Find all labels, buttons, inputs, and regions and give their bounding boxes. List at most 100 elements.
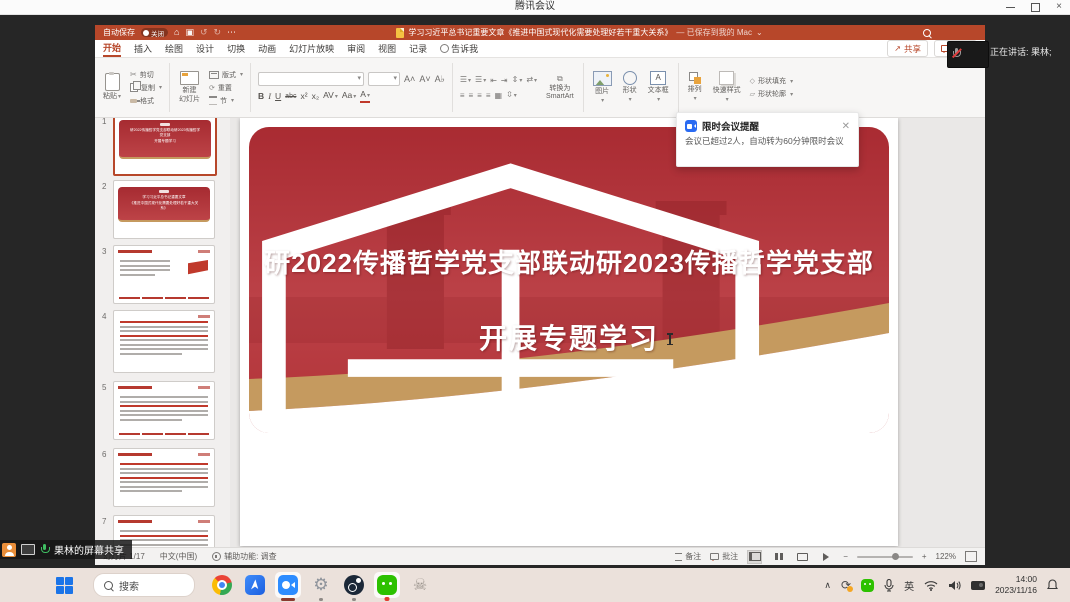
- zoom-out-button[interactable]: −: [843, 552, 848, 561]
- participant-video-tile[interactable]: [947, 41, 989, 68]
- text-direction-button[interactable]: ⇄: [526, 75, 537, 86]
- ime-indicator[interactable]: 英: [904, 578, 914, 593]
- fit-to-window-icon[interactable]: [965, 551, 977, 562]
- font-name-combobox[interactable]: [258, 72, 364, 86]
- shrink-font-button[interactable]: A˅: [419, 75, 430, 84]
- tray-expand-icon[interactable]: ∧: [824, 580, 831, 591]
- font-size-combobox[interactable]: [368, 72, 400, 86]
- arrange-button[interactable]: 排列: [686, 60, 704, 115]
- line-spacing-button[interactable]: ⇕: [512, 75, 523, 86]
- taskbar-app-blue[interactable]: [242, 572, 268, 598]
- tab-tell-me[interactable]: 告诉我: [440, 40, 478, 57]
- normal-view-button[interactable]: [747, 550, 762, 564]
- slide-canvas[interactable]: 西南交通大學 Southwest Jiaotong University 研20…: [240, 118, 898, 546]
- picture-button[interactable]: 图片: [591, 60, 614, 115]
- screen-share-pill[interactable]: 果林的屏幕共享: [0, 540, 132, 559]
- italic-button[interactable]: I: [268, 92, 271, 101]
- save-icon[interactable]: ▣: [185, 28, 194, 37]
- notification-close-icon[interactable]: ✕: [842, 121, 850, 132]
- share-button[interactable]: ↗共享: [887, 40, 928, 57]
- zoom-slider[interactable]: [857, 556, 913, 558]
- convert-smartart-button[interactable]: ⧉ 转换为SmartArt: [544, 60, 576, 115]
- wechat-tray-icon[interactable]: [861, 579, 874, 592]
- layout-button[interactable]: 版式: [209, 70, 243, 80]
- justify-button[interactable]: ≡: [486, 91, 491, 100]
- superscript-button[interactable]: x²: [300, 92, 307, 101]
- bold-button[interactable]: B: [258, 92, 264, 101]
- tab-insert[interactable]: 插入: [134, 40, 152, 57]
- increase-indent-button[interactable]: ⇥: [501, 76, 508, 85]
- strikethrough-button[interactable]: abc: [285, 92, 296, 101]
- sync-icon[interactable]: ⟳: [841, 579, 851, 591]
- wifi-icon[interactable]: [924, 580, 938, 591]
- taskbar-app-tencent-meeting[interactable]: [275, 572, 301, 598]
- slide-title-line1[interactable]: 研2022传播哲学党支部联动研2023传播哲学党支部: [249, 243, 889, 280]
- accessibility-status[interactable]: 辅助功能: 调查: [212, 551, 276, 562]
- taskbar-search[interactable]: 搜索: [93, 573, 195, 597]
- grow-font-button[interactable]: A˄: [404, 75, 415, 84]
- shape-outline-button[interactable]: ▱形状轮廓: [750, 89, 793, 99]
- clear-formatting-button[interactable]: A♭: [435, 75, 445, 84]
- quick-styles-button[interactable]: 快速样式: [711, 60, 743, 115]
- tab-transitions[interactable]: 切换: [227, 40, 245, 57]
- copy-button[interactable]: 复制: [130, 83, 162, 93]
- zoom-in-button[interactable]: +: [922, 552, 927, 561]
- shape-fill-button[interactable]: ◇形状填充: [750, 76, 793, 86]
- change-case-button[interactable]: Aa: [342, 91, 356, 102]
- redo-icon[interactable]: ↻: [214, 28, 222, 37]
- tab-design[interactable]: 设计: [196, 40, 214, 57]
- character-spacing-button[interactable]: AV: [323, 91, 338, 102]
- tab-record[interactable]: 记录: [409, 40, 427, 57]
- slide-title-line2[interactable]: 开展专题学习: [249, 317, 889, 357]
- slide-thumbnail-4[interactable]: [113, 310, 215, 373]
- taskbar-app-chrome[interactable]: [209, 572, 235, 598]
- format-painter-button[interactable]: 格式: [130, 96, 162, 106]
- textbox-button[interactable]: A 文本框: [646, 60, 671, 115]
- home-icon[interactable]: ⌂: [174, 28, 179, 37]
- minimize-icon[interactable]: [1006, 7, 1015, 8]
- align-center-button[interactable]: ≡: [469, 91, 474, 100]
- new-slide-button[interactable]: 新建幻灯片: [177, 60, 202, 115]
- speaker-icon[interactable]: [948, 580, 961, 591]
- taskbar-app-game[interactable]: ☠: [407, 572, 433, 598]
- slideshow-button[interactable]: [819, 550, 834, 564]
- device-tray-icon[interactable]: [971, 581, 985, 590]
- notification-bell-icon[interactable]: [1047, 579, 1058, 591]
- undo-icon[interactable]: ↺: [200, 28, 208, 37]
- taskbar-app-settings[interactable]: ⚙: [308, 572, 334, 598]
- section-button[interactable]: 节: [209, 96, 243, 106]
- zoom-level[interactable]: 122%: [936, 552, 956, 561]
- monitor-icon[interactable]: [21, 544, 35, 555]
- taskbar-app-steam[interactable]: [341, 572, 367, 598]
- columns-button[interactable]: ▦: [495, 91, 503, 100]
- microphone-icon[interactable]: [884, 579, 894, 592]
- tab-animations[interactable]: 动画: [258, 40, 276, 57]
- tab-draw[interactable]: 绘图: [165, 40, 183, 57]
- comments-toggle-button[interactable]: 批注: [710, 551, 738, 562]
- language-indicator[interactable]: 中文(中国): [160, 551, 197, 562]
- autosave-toggle[interactable]: 关闭: [141, 28, 168, 37]
- slide-sorter-view-button[interactable]: [771, 550, 786, 564]
- slide-thumbnail-5[interactable]: [113, 381, 215, 440]
- paste-button[interactable]: 粘贴: [101, 60, 123, 115]
- slide-thumbnail-2[interactable]: 学习习近平总书记重要文章 《推进中国式现代化需要处理好若干重大关系》: [113, 180, 215, 239]
- participants-icon[interactable]: [2, 543, 16, 557]
- cut-button[interactable]: ✂剪切: [130, 70, 162, 80]
- more-icon[interactable]: ⋯: [227, 28, 236, 37]
- slide-thumbnail-1[interactable]: 研2022传播哲学党支部联动研2023传播哲学党支部 开展专题学习: [113, 115, 217, 176]
- align-left-button[interactable]: ≡: [460, 91, 465, 100]
- shapes-button[interactable]: 形状: [621, 60, 639, 115]
- tab-home[interactable]: 开始: [103, 40, 121, 57]
- font-color-button[interactable]: A: [360, 90, 370, 103]
- maximize-icon[interactable]: [1031, 3, 1040, 12]
- align-right-button[interactable]: ≡: [477, 91, 482, 100]
- underline-button[interactable]: U: [275, 92, 281, 101]
- decrease-indent-button[interactable]: ⇤: [490, 76, 497, 85]
- slide-thumbnail-6[interactable]: [113, 448, 215, 507]
- close-icon[interactable]: ×: [1056, 2, 1062, 12]
- taskbar-app-wechat[interactable]: [374, 572, 400, 598]
- mic-icon[interactable]: [40, 544, 49, 555]
- subscript-button[interactable]: x₂: [312, 92, 320, 101]
- reading-view-button[interactable]: [795, 550, 810, 564]
- reset-button[interactable]: ⟳重置: [209, 83, 243, 93]
